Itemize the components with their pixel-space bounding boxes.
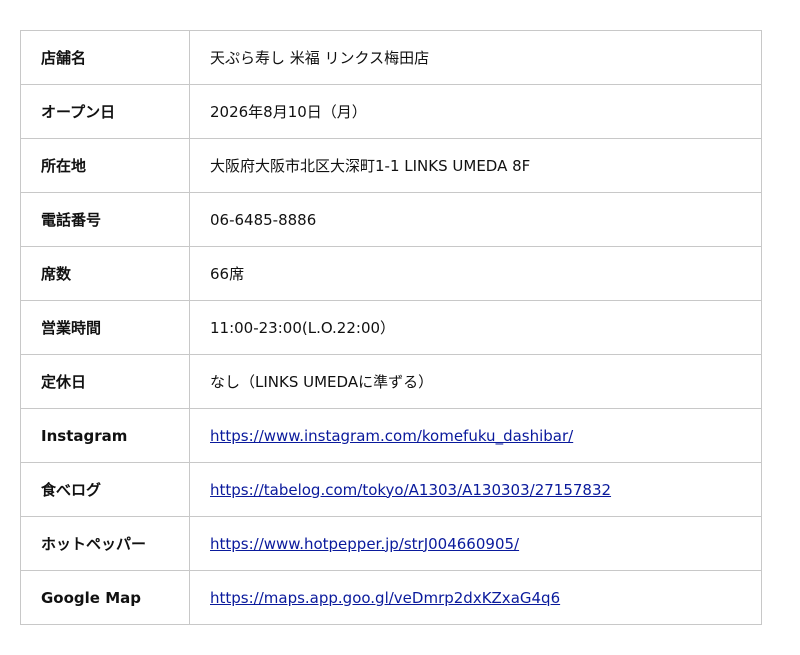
table-row-instagram: Instagram https://www.instagram.com/kome… — [20, 408, 762, 463]
instagram-link[interactable]: https://www.instagram.com/komefuku_dashi… — [210, 427, 573, 445]
tabelog-cell: https://tabelog.com/tokyo/A1303/A130303/… — [189, 462, 762, 517]
hours-value: 11:00-23:00(L.O.22:00） — [189, 300, 762, 355]
table-row-phone: 電話番号 06-6485-8886 — [20, 192, 762, 247]
row-label: オープン日 — [20, 84, 190, 139]
table-row-closed-days: 定休日 なし（LINKS UMEDAに準ずる） — [20, 354, 762, 409]
table-row-tabelog: 食べログ https://tabelog.com/tokyo/A1303/A13… — [20, 462, 762, 517]
table-row-open-date: オープン日 2026年8月10日（月） — [20, 84, 762, 139]
row-label: 食べログ — [20, 462, 190, 517]
table-row-store-name: 店舗名 天ぷら寿し 米福 リンクス梅田店 — [20, 30, 762, 85]
hotpepper-link[interactable]: https://www.hotpepper.jp/strJ004660905/ — [210, 535, 519, 553]
store-name-value: 天ぷら寿し 米福 リンクス梅田店 — [189, 30, 762, 85]
row-label: 定休日 — [20, 354, 190, 409]
row-label: Google Map — [20, 570, 190, 625]
tabelog-link[interactable]: https://tabelog.com/tokyo/A1303/A130303/… — [210, 481, 611, 499]
hotpepper-cell: https://www.hotpepper.jp/strJ004660905/ — [189, 516, 762, 571]
google-map-link[interactable]: https://maps.app.goo.gl/veDmrp2dxKZxaG4q… — [210, 589, 560, 607]
row-label: Instagram — [20, 408, 190, 463]
table-row-google-map: Google Map https://maps.app.goo.gl/veDmr… — [20, 570, 762, 625]
table-row-hours: 営業時間 11:00-23:00(L.O.22:00） — [20, 300, 762, 355]
row-label: 席数 — [20, 246, 190, 301]
store-info-table: 店舗名 天ぷら寿し 米福 リンクス梅田店 オープン日 2026年8月10日（月）… — [20, 30, 762, 625]
phone-value: 06-6485-8886 — [189, 192, 762, 247]
table-row-hotpepper: ホットペッパー https://www.hotpepper.jp/strJ004… — [20, 516, 762, 571]
closed-days-value: なし（LINKS UMEDAに準ずる） — [189, 354, 762, 409]
open-date-value: 2026年8月10日（月） — [189, 84, 762, 139]
row-label: 営業時間 — [20, 300, 190, 355]
row-label: 所在地 — [20, 138, 190, 193]
table-row-address: 所在地 大阪府大阪市北区大深町1-1 LINKS UMEDA 8F — [20, 138, 762, 193]
row-label: 店舗名 — [20, 30, 190, 85]
address-value: 大阪府大阪市北区大深町1-1 LINKS UMEDA 8F — [189, 138, 762, 193]
google-map-cell: https://maps.app.goo.gl/veDmrp2dxKZxaG4q… — [189, 570, 762, 625]
row-label: ホットペッパー — [20, 516, 190, 571]
instagram-cell: https://www.instagram.com/komefuku_dashi… — [189, 408, 762, 463]
seats-value: 66席 — [189, 246, 762, 301]
table-row-seats: 席数 66席 — [20, 246, 762, 301]
row-label: 電話番号 — [20, 192, 190, 247]
